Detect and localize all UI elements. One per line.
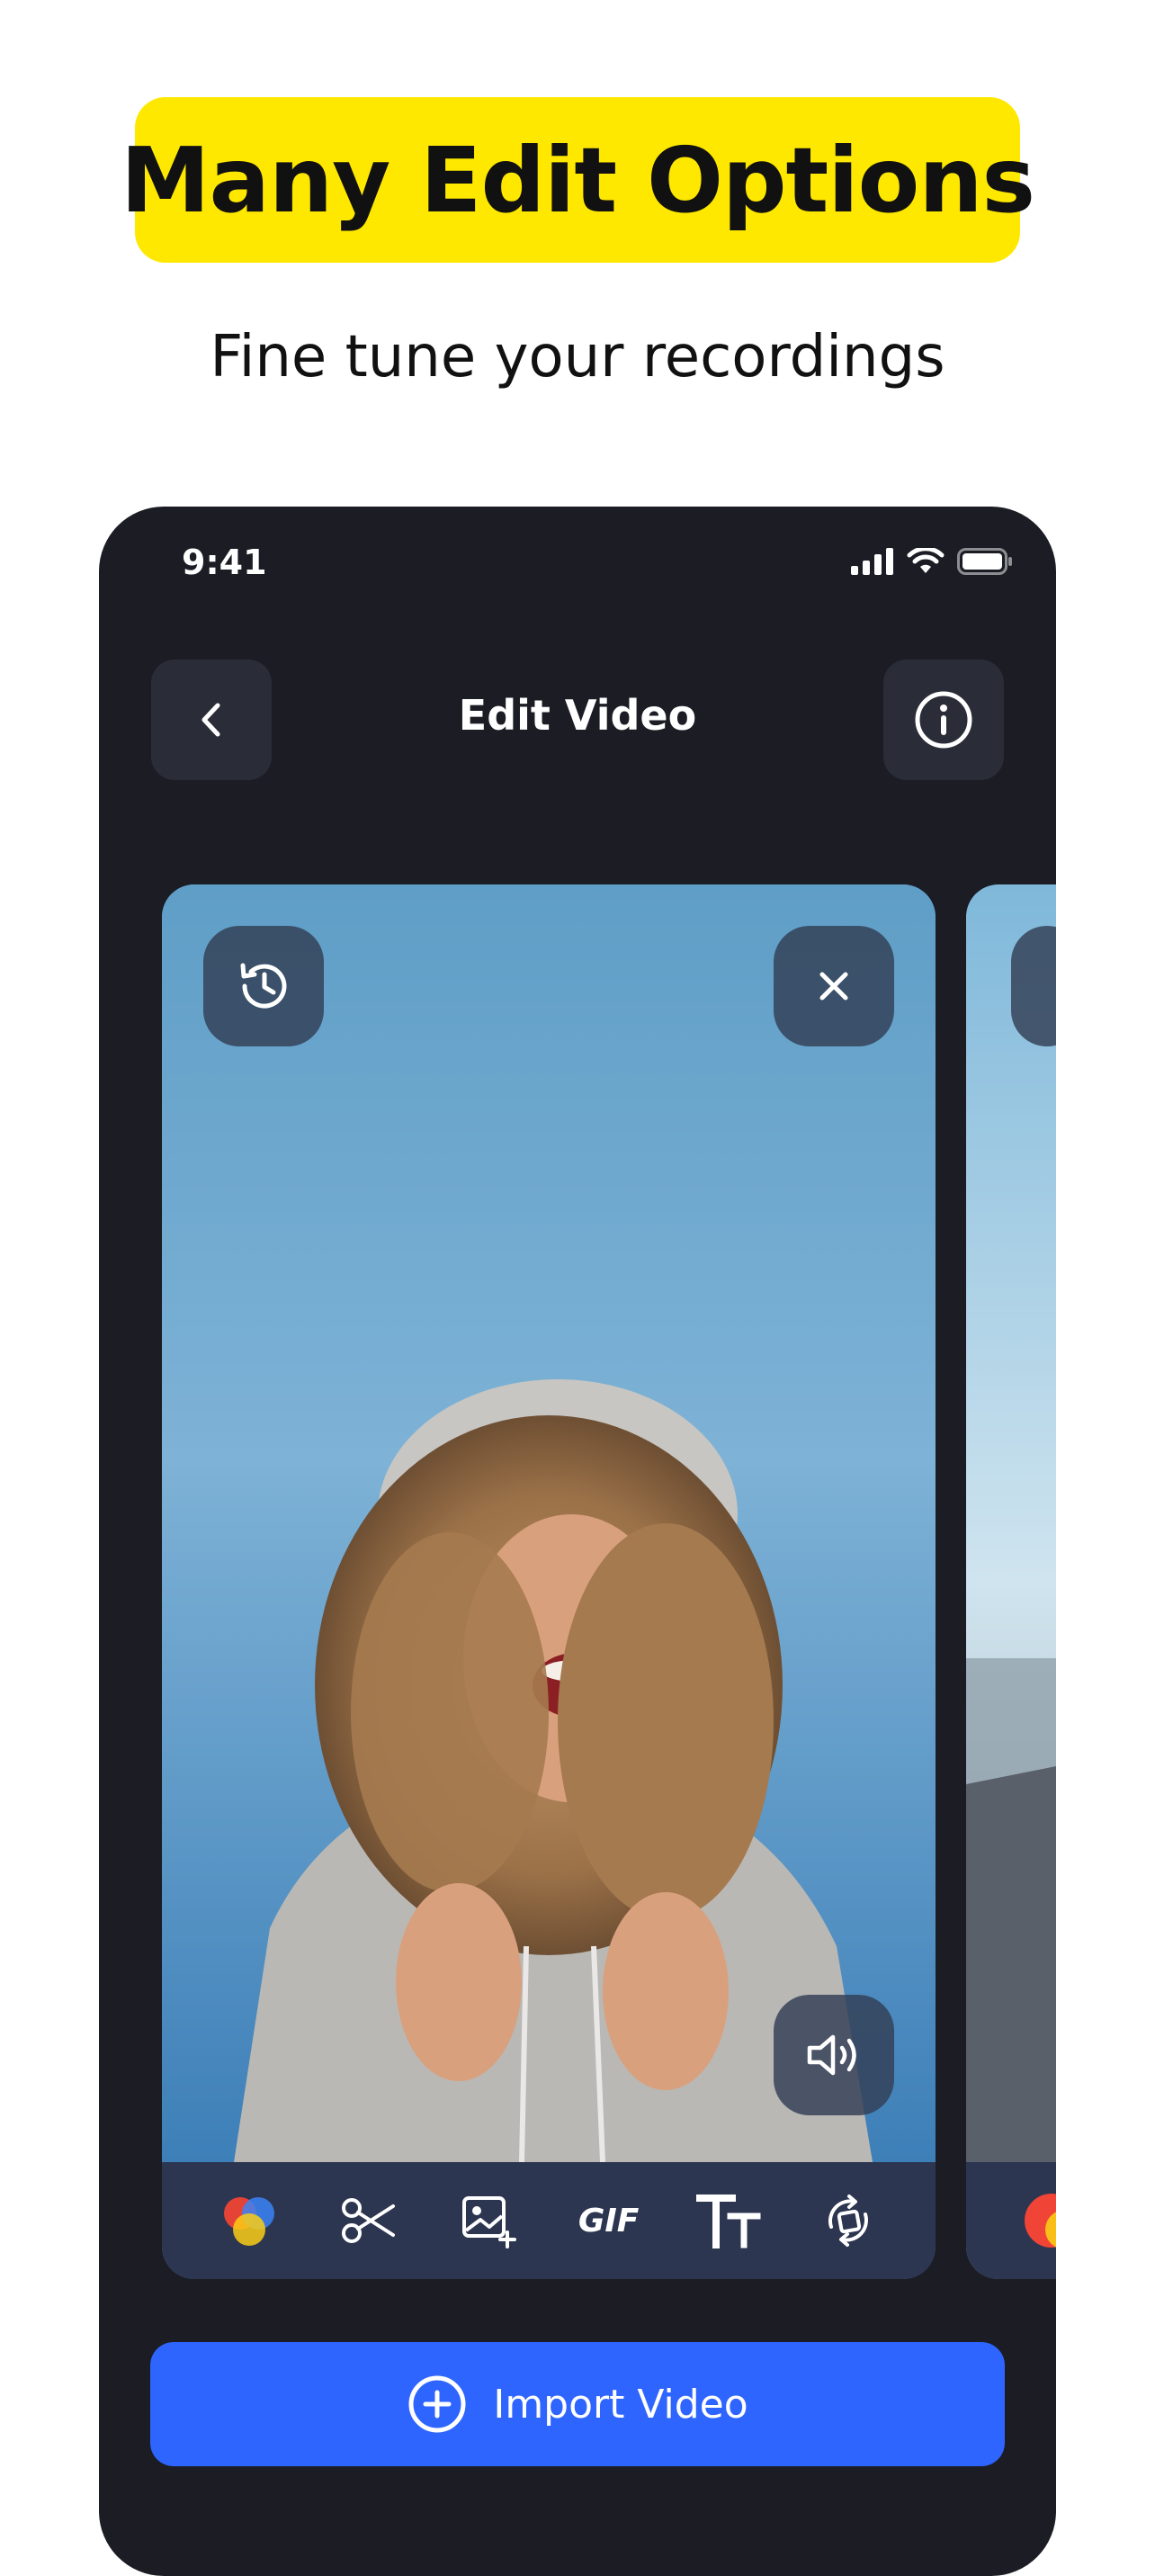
trim-button[interactable] (333, 2185, 405, 2257)
scissors-icon (341, 2198, 395, 2243)
gif-button[interactable]: GIF (573, 2185, 645, 2257)
text-size-icon (695, 2195, 761, 2248)
next-video-card[interactable] (966, 884, 1056, 2279)
history-icon (240, 963, 287, 1009)
rotate-button[interactable] (812, 2185, 884, 2257)
headline-text: Many Edit Options (120, 127, 1035, 233)
rotate-icon (828, 2195, 869, 2247)
volume-icon (807, 2034, 856, 2076)
add-image-icon (462, 2196, 517, 2248)
headline-banner: Many Edit Options (121, 97, 1035, 263)
info-icon (915, 691, 972, 749)
import-video-button[interactable]: Import Video (150, 2342, 1005, 2466)
status-time: 9:41 (182, 543, 267, 582)
wifi-icon (907, 548, 945, 573)
video-preview (162, 884, 936, 2162)
volume-button[interactable] (774, 1995, 894, 2115)
next-video-preview (966, 884, 1056, 2279)
color-filter-button[interactable] (213, 2185, 285, 2257)
battery-icon (957, 548, 1012, 575)
subtitle: Fine tune your recordings (210, 324, 945, 390)
phone-frame: 9:41 Edit Video GIF Import Video (99, 507, 1056, 2576)
text-button[interactable] (693, 2185, 765, 2257)
gif-icon: GIF (578, 2202, 640, 2239)
video-card[interactable]: GIF (162, 884, 936, 2279)
add-image-button[interactable] (452, 2185, 524, 2257)
import-video-label: Import Video (493, 2381, 748, 2428)
signal-icon (851, 548, 893, 575)
info-button[interactable] (883, 660, 1004, 780)
plus-circle-icon (408, 2375, 466, 2433)
edit-toolbar: GIF (162, 2162, 936, 2279)
restore-button[interactable] (203, 926, 324, 1046)
close-button[interactable] (774, 926, 894, 1046)
status-icons (851, 548, 1013, 575)
close-icon (819, 972, 848, 1001)
color-filter-icon (223, 2197, 274, 2246)
